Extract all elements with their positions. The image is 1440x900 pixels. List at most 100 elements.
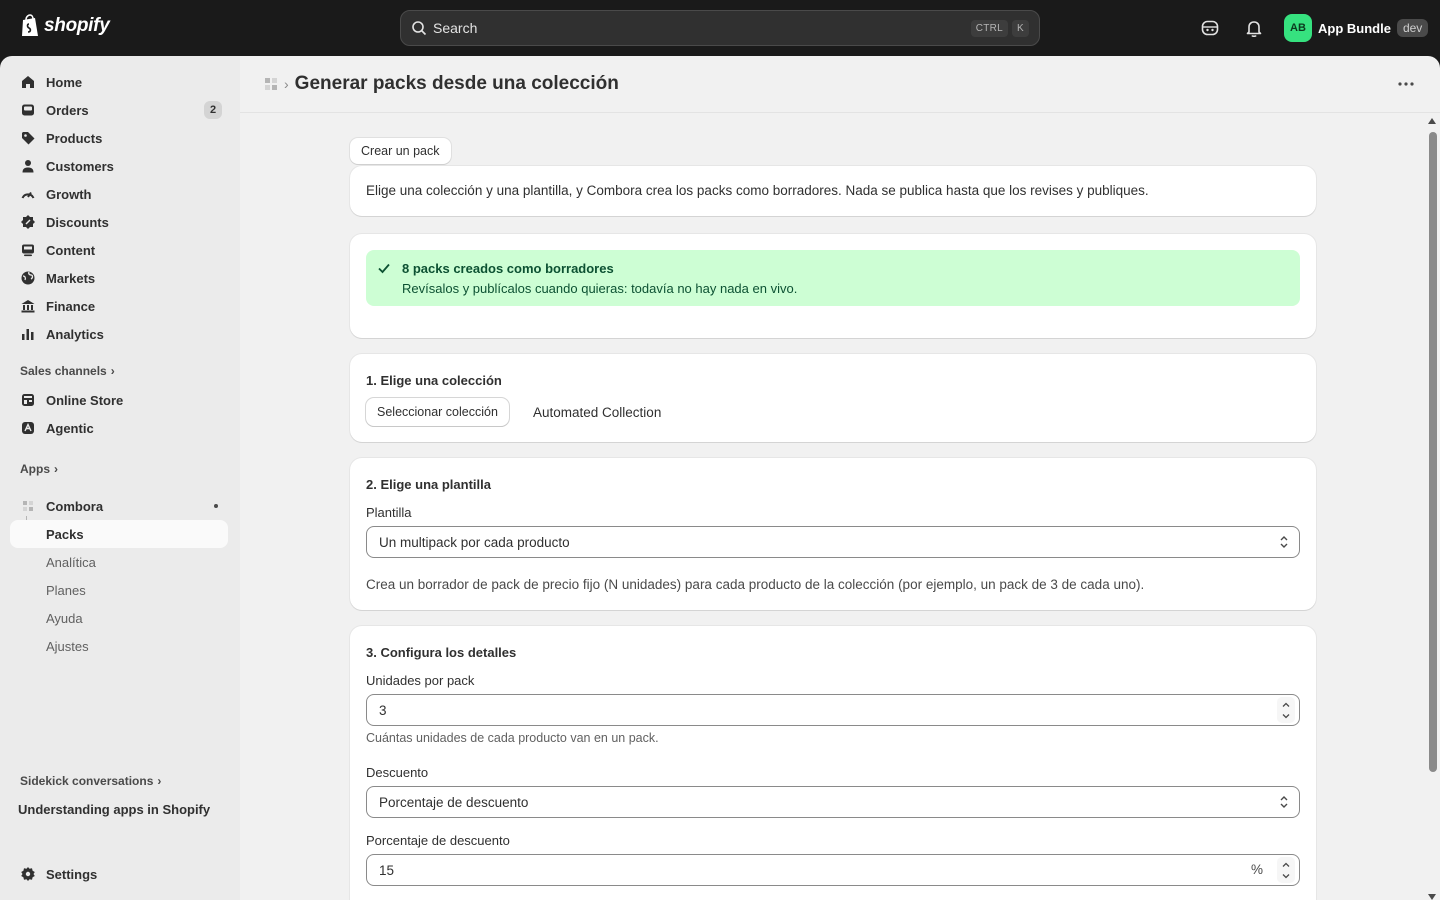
sidebar-item-finance[interactable]: Finance <box>10 292 228 320</box>
units-label: Unidades por pack <box>366 673 475 688</box>
chevron-right-icon: › <box>157 774 162 788</box>
shopify-logo[interactable]: shopify <box>20 14 110 38</box>
apps-header[interactable]: Apps › <box>20 462 58 476</box>
create-pack-button[interactable]: Crear un pack <box>350 138 451 164</box>
step1-heading: 1. Elige una colección <box>366 373 502 388</box>
store-badge: dev <box>1396 19 1429 37</box>
store-avatar: AB <box>1284 14 1312 42</box>
gear-icon <box>21 867 35 881</box>
sidebar-item-home[interactable]: Home <box>10 68 228 96</box>
chevron-up-icon[interactable] <box>1281 860 1291 870</box>
search-bar[interactable]: Search CTRL K <box>400 10 1040 46</box>
page-title: Generar packs desde una colección <box>294 73 619 94</box>
sidebar-item-content[interactable]: Content <box>10 236 228 264</box>
main-area: › Generar packs desde una colección Crea… <box>240 56 1440 900</box>
select-arrows-icon <box>1280 536 1288 548</box>
scroll-thumb[interactable] <box>1429 132 1437 772</box>
percent-stepper[interactable] <box>1277 857 1295 883</box>
percent-label: Porcentaje de descuento <box>366 833 510 848</box>
sidebar: Home Orders 2 Products Customers Growth … <box>0 56 240 900</box>
percent-input[interactable]: 15 % <box>366 854 1300 886</box>
gauge-icon <box>21 191 35 199</box>
sidebar-item-label: Products <box>46 130 103 146</box>
app-pin-dot <box>214 504 218 508</box>
store-name: App Bundle <box>1318 20 1391 36</box>
discount-select[interactable]: Porcentaje de descuento <box>366 786 1300 818</box>
app-subitem-analitica[interactable]: Analítica <box>10 548 228 576</box>
bell-icon[interactable] <box>1244 18 1264 38</box>
units-help-text: Cuántas unidades de cada producto van en… <box>366 731 659 745</box>
sidebar-item-growth[interactable]: Growth <box>10 180 228 208</box>
sidebar-item-agentic[interactable]: Agentic <box>10 414 228 442</box>
sidebar-item-markets[interactable]: Markets <box>10 264 228 292</box>
app-subitem-packs[interactable]: Packs <box>10 520 228 548</box>
sidebar-item-online-store[interactable]: Online Store <box>10 386 228 414</box>
units-input-value: 3 <box>379 702 387 718</box>
sidebar-item-label: Content <box>46 242 96 258</box>
store-icon <box>22 394 34 406</box>
selected-collection: Automated Collection <box>533 405 662 420</box>
orders-count-badge: 2 <box>204 101 222 119</box>
success-banner: 8 packs creados como borradores Revísalo… <box>366 250 1300 306</box>
sidebar-item-products[interactable]: Products <box>10 124 228 152</box>
sidebar-item-settings[interactable]: Settings <box>10 860 228 888</box>
sidebar-item-combora[interactable]: Combora <box>10 492 228 520</box>
units-stepper[interactable] <box>1277 697 1295 723</box>
home-icon <box>22 76 34 88</box>
intro-card: Elige una colección y una plantilla, y C… <box>350 166 1316 216</box>
template-select-value: Un multipack por cada producto <box>379 534 570 550</box>
breadcrumb-chevron-icon: › <box>284 76 289 92</box>
more-actions-icon[interactable] <box>1396 76 1416 92</box>
sidebar-item-analytics[interactable]: Analytics <box>10 320 228 348</box>
content-icon <box>22 244 34 257</box>
discount-select-value: Porcentaje de descuento <box>379 794 529 810</box>
intro-text: Elige una colección y una plantilla, y C… <box>366 183 1149 198</box>
section-label-text: Sales channels <box>20 364 107 378</box>
template-description: Crea un borrador de pack de precio fijo … <box>366 577 1145 592</box>
scroll-down-arrow[interactable] <box>1428 894 1436 900</box>
bank-icon <box>21 300 35 313</box>
sidebar-item-label: Combora <box>46 498 104 514</box>
chevron-down-icon[interactable] <box>1281 711 1291 721</box>
percent-suffix: % <box>1250 862 1263 877</box>
discount-icon <box>21 215 35 229</box>
page-header: › Generar packs desde una colección <box>240 56 1440 113</box>
step3-heading: 3. Configura los detalles <box>366 645 517 660</box>
sidebar-item-discounts[interactable]: Discounts <box>10 208 228 236</box>
store-menu[interactable]: AB App Bundle dev <box>1284 14 1429 42</box>
step2-card: 2. Elige una plantilla Plantilla Un mult… <box>350 458 1316 610</box>
app-breadcrumb-icon[interactable] <box>264 77 278 91</box>
shortcut-ctrl: CTRL <box>970 19 1009 37</box>
sidebar-item-label: Growth <box>46 186 92 202</box>
chevron-right-icon: › <box>54 462 58 476</box>
page-scrollbar[interactable] <box>1427 116 1437 900</box>
sidekick-header[interactable]: Sidekick conversations › <box>20 774 161 788</box>
app-subitem-planes[interactable]: Planes <box>10 576 228 604</box>
chevron-up-icon[interactable] <box>1281 700 1291 710</box>
app-subitem-ayuda[interactable]: Ayuda <box>10 604 228 632</box>
search-placeholder: Search <box>433 20 478 36</box>
sidekick-icon[interactable] <box>1200 18 1220 38</box>
sidebar-item-customers[interactable]: Customers <box>10 152 228 180</box>
section-label-text: Sidekick conversations <box>20 774 154 788</box>
step1-card: 1. Elige una colección Seleccionar colec… <box>350 354 1316 442</box>
percent-input-value: 15 <box>379 862 395 878</box>
select-collection-button[interactable]: Seleccionar colección <box>366 398 509 426</box>
sidebar-item-label: Settings <box>46 866 98 882</box>
sidebar-item-orders[interactable]: Orders 2 <box>10 96 228 124</box>
sidebar-item-label: Customers <box>46 158 114 174</box>
template-select[interactable]: Un multipack por cada producto <box>366 526 1300 558</box>
chevron-down-icon[interactable] <box>1281 871 1291 881</box>
success-card: 8 packs creados como borradores Revísalo… <box>350 234 1316 338</box>
sidekick-conversation-item[interactable]: Understanding apps in Shopify <box>18 802 210 817</box>
template-label: Plantilla <box>366 505 412 520</box>
sidebar-item-label: Analytics <box>46 326 104 342</box>
shortcut-k: K <box>1012 19 1029 37</box>
scroll-up-arrow[interactable] <box>1428 118 1436 124</box>
units-input[interactable]: 3 <box>366 694 1300 726</box>
sales-channels-header[interactable]: Sales channels › <box>20 364 115 378</box>
robot-icon <box>22 422 34 434</box>
shopify-bag-icon <box>22 14 38 36</box>
section-label-text: Apps <box>20 462 50 476</box>
app-subitem-ajustes[interactable]: Ajustes <box>10 632 228 660</box>
